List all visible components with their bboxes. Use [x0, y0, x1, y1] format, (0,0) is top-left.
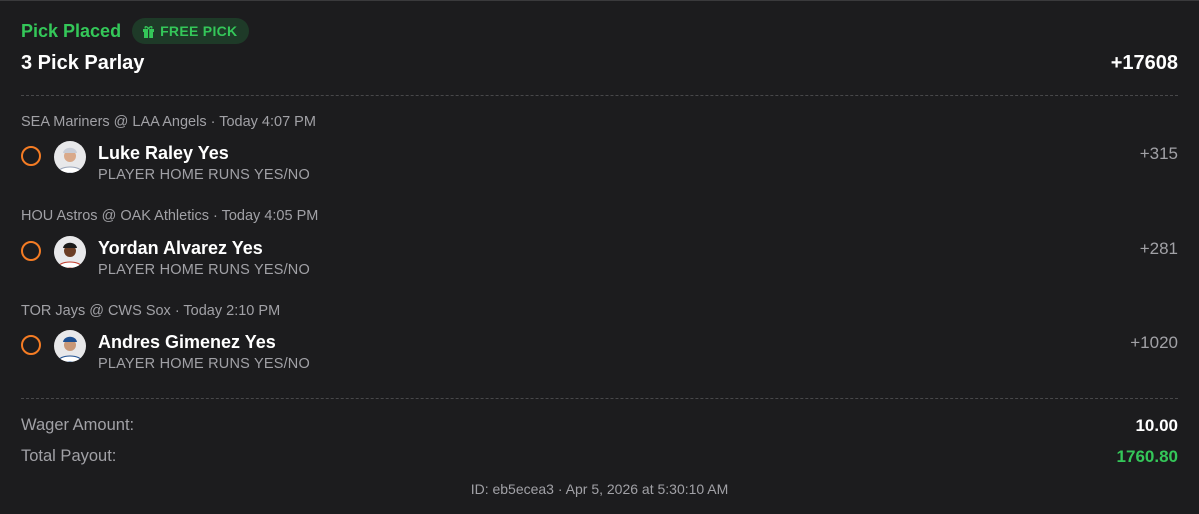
- player-avatar: [54, 141, 86, 173]
- pending-status-icon: [21, 241, 41, 261]
- free-pick-badge: FREE PICK: [132, 18, 250, 44]
- player-pick-name: Andres Gimenez Yes: [98, 332, 276, 352]
- wager-amount-value: 10.00: [1135, 416, 1178, 435]
- pick-matchup: HOU Astros @ OAK Athletics · Today 4:05 …: [21, 208, 319, 224]
- total-payout-value: 1760.80: [1116, 447, 1178, 466]
- pending-status-icon: [21, 146, 41, 166]
- player-avatar: [54, 330, 86, 362]
- gift-icon: [143, 25, 155, 38]
- pick-status-row: Pick Placed FREE PICK: [21, 18, 250, 44]
- total-payout-label: Total Payout:: [21, 447, 117, 465]
- pick-id-timestamp: ID: eb5ecea3 · Apr 5, 2026 at 5:30:10 AM: [470, 481, 729, 497]
- player-pick-name: Luke Raley Yes: [98, 143, 229, 163]
- dashed-divider: [21, 95, 1178, 96]
- pending-status-icon: [21, 335, 41, 355]
- pick-matchup: SEA Mariners @ LAA Angels · Today 4:07 P…: [21, 114, 316, 130]
- pick-odds: +281: [1139, 239, 1178, 258]
- parlay-title: 3 Pick Parlay: [21, 52, 145, 74]
- wager-amount-label: Wager Amount:: [21, 416, 135, 434]
- pick-odds: +1020: [1130, 333, 1178, 352]
- player-avatar: [54, 236, 86, 268]
- pick-market: PLAYER HOME RUNS YES/NO: [98, 167, 310, 183]
- pick-market: PLAYER HOME RUNS YES/NO: [98, 262, 310, 278]
- top-divider: [0, 0, 1199, 1]
- free-pick-label: FREE PICK: [160, 23, 238, 39]
- player-pick-name: Yordan Alvarez Yes: [98, 238, 263, 258]
- dashed-divider: [21, 398, 1178, 399]
- pick-status: Pick Placed: [21, 20, 122, 41]
- pick-odds: +315: [1139, 144, 1178, 163]
- parlay-total-odds: +17608: [1110, 52, 1178, 74]
- pick-market: PLAYER HOME RUNS YES/NO: [98, 356, 310, 372]
- pick-matchup: TOR Jays @ CWS Sox · Today 2:10 PM: [21, 303, 281, 319]
